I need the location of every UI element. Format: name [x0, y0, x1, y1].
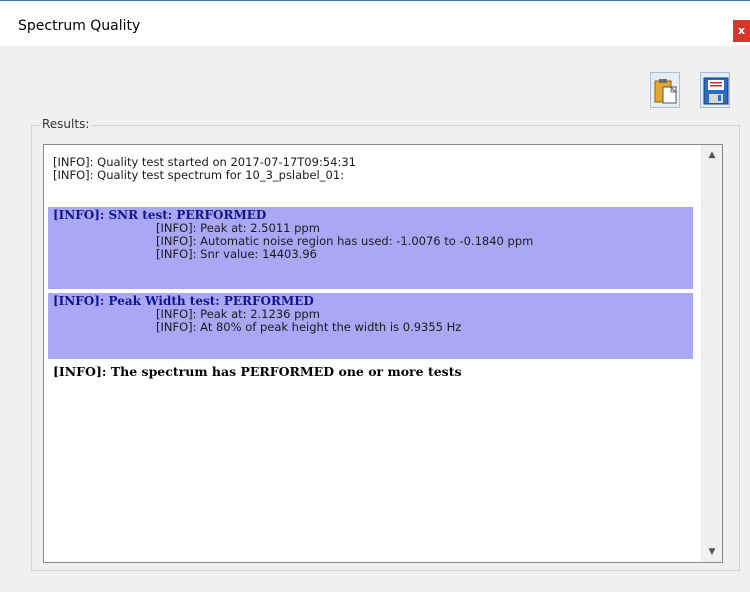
header-lines: [INFO]: Quality test started on 2017-07-…: [53, 156, 356, 182]
snr-line: [INFO]: Automatic noise region has used:…: [156, 234, 534, 248]
results-textbox[interactable]: [INFO]: Quality test started on 2017-07-…: [43, 144, 723, 563]
results-label: Results:: [40, 117, 92, 131]
vertical-scrollbar[interactable]: ▲ ▼: [701, 145, 722, 562]
save-button[interactable]: [700, 72, 730, 108]
close-button[interactable]: x: [733, 20, 750, 42]
floppy-save-icon: [703, 77, 729, 105]
scroll-down-icon[interactable]: ▼: [702, 542, 722, 562]
peak-width-line: [INFO]: At 80% of peak height the width …: [156, 320, 462, 334]
window-title: Spectrum Quality: [18, 18, 141, 34]
snr-line: [INFO]: Snr value: 14403.96: [156, 247, 317, 261]
peak-width-heading: [INFO]: Peak Width test: PERFORMED: [53, 294, 314, 308]
clipboard-paste-icon: [654, 79, 677, 104]
summary-line: [INFO]: The spectrum has PERFORMED one o…: [53, 364, 462, 379]
snr-heading: [INFO]: SNR test: PERFORMED: [53, 208, 267, 222]
title-bar: Spectrum Quality: [0, 0, 750, 46]
log-line-spectrum: [INFO]: Quality test spectrum for 10_3_p…: [53, 168, 345, 182]
paste-button[interactable]: [650, 72, 680, 108]
snr-test-block: [INFO]: SNR test: PERFORMED [INFO]: Peak…: [48, 207, 693, 289]
scroll-up-icon[interactable]: ▲: [702, 145, 722, 165]
peak-width-test-block: [INFO]: Peak Width test: PERFORMED [INFO…: [48, 293, 693, 359]
